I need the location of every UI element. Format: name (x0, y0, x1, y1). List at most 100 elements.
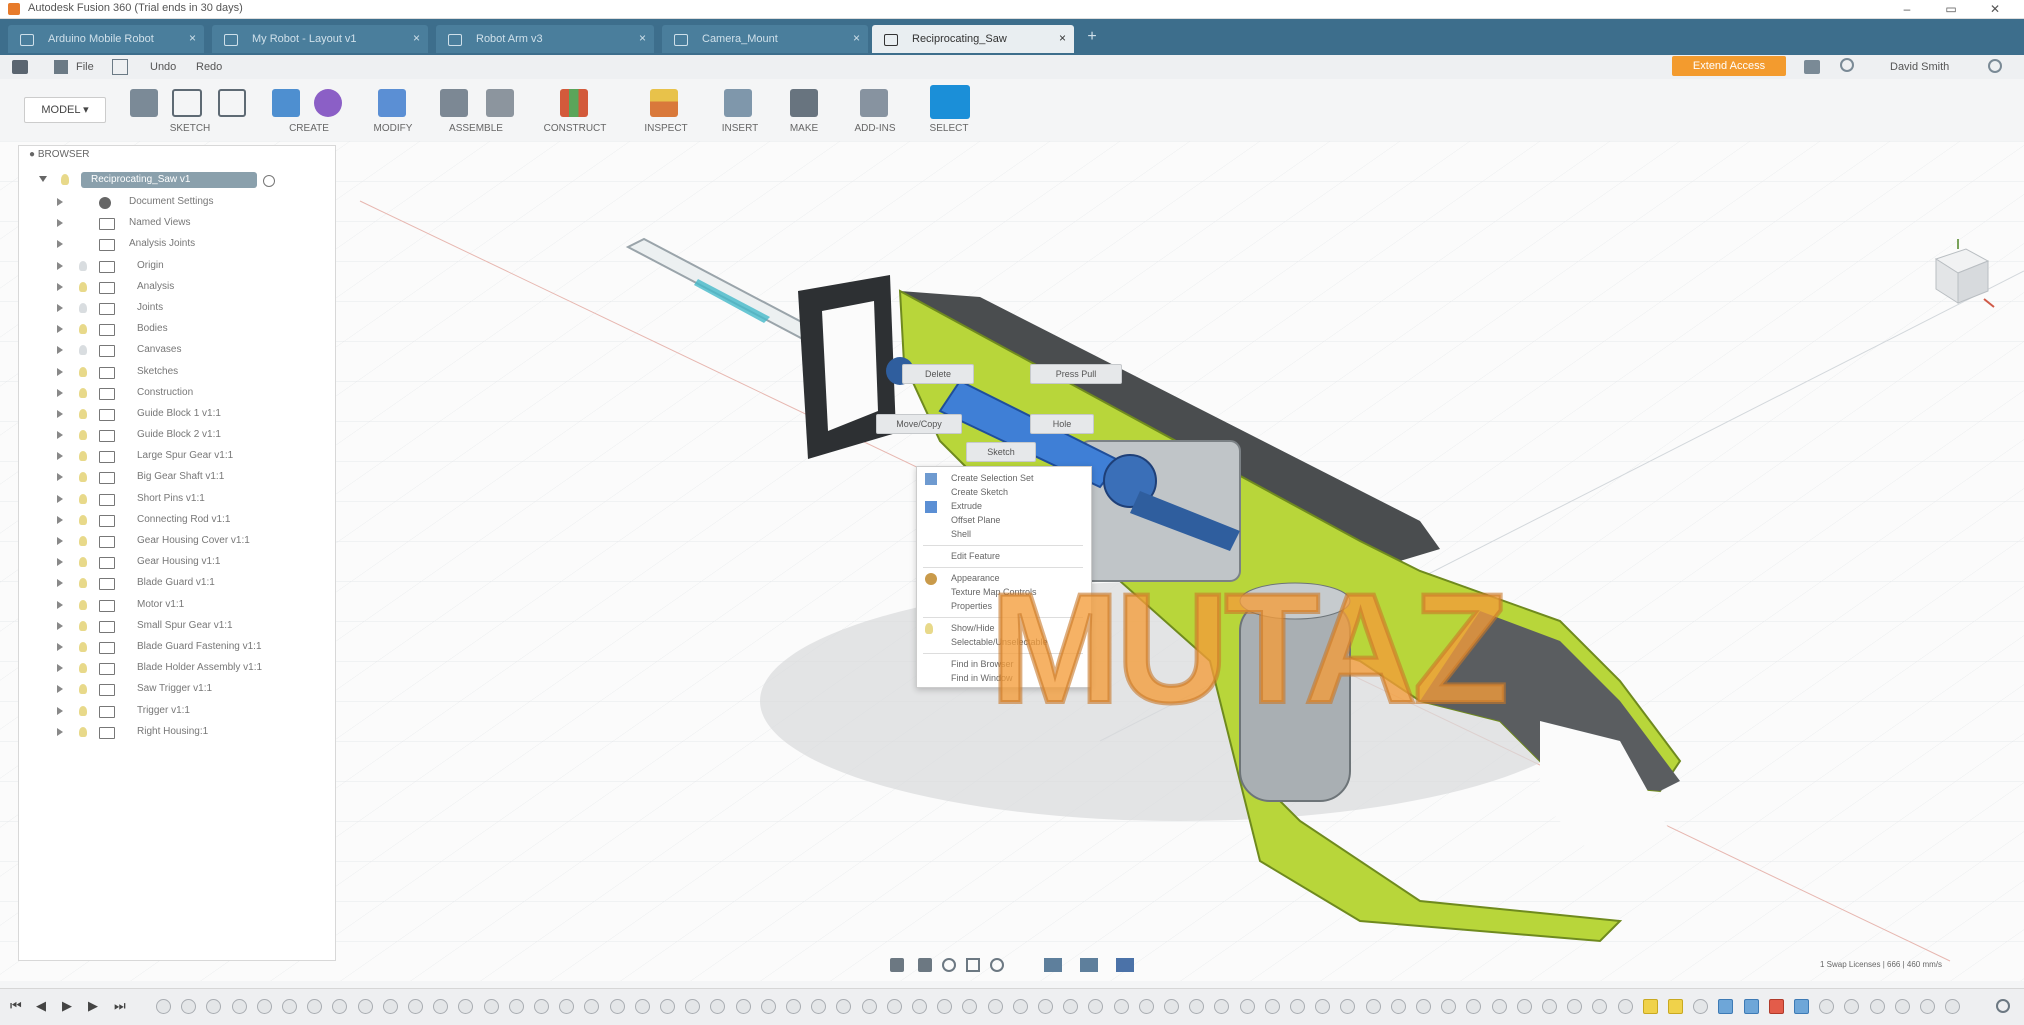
expand-arrow-icon[interactable] (57, 515, 63, 524)
timeline-feature-icon[interactable] (710, 999, 726, 1014)
timeline-feature-icon[interactable] (559, 999, 575, 1014)
browser-root[interactable]: Reciprocating_Saw v1 (19, 170, 335, 192)
viewports-icon[interactable] (1116, 958, 1134, 972)
timeline-feature-icon[interactable] (1038, 999, 1053, 1014)
browser-item-joints[interactable]: Joints (19, 298, 335, 319)
browser-item-bodies[interactable]: Bodies (19, 319, 335, 340)
timeline-feature-icon[interactable] (937, 999, 953, 1014)
timeline-feature-icon[interactable] (1592, 999, 1608, 1014)
tab-document[interactable]: My Robot - Layout v1 × (212, 25, 428, 53)
measure-icon[interactable] (650, 89, 678, 117)
visibility-bulb-icon[interactable] (79, 536, 87, 546)
expand-arrow-icon[interactable] (57, 621, 63, 630)
offset-plane-icon[interactable] (560, 89, 588, 117)
3d-print-icon[interactable] (790, 89, 818, 117)
timeline-feature-icon[interactable] (357, 999, 373, 1014)
save-icon[interactable] (112, 59, 128, 75)
expand-arrow-icon[interactable] (57, 579, 63, 588)
fit-icon[interactable] (990, 958, 1004, 972)
timeline-feature-icon[interactable] (1869, 999, 1885, 1014)
timeline-feature-icon[interactable] (685, 999, 701, 1014)
job-status-icon[interactable] (1804, 60, 1820, 74)
browser-item-component[interactable]: Gear Housing Cover v1:1 (19, 531, 335, 552)
timeline-feature-icon[interactable] (408, 999, 423, 1014)
expand-arrow-icon[interactable] (57, 494, 63, 503)
timeline-feature-icon[interactable] (1315, 999, 1331, 1014)
visibility-bulb-icon[interactable] (79, 366, 87, 377)
timeline-feature-icon[interactable] (1290, 999, 1305, 1014)
timeline-feature-icon[interactable] (1844, 999, 1860, 1014)
timeline-feature-icon[interactable] (1239, 999, 1255, 1014)
timeline-feature-icon[interactable] (1063, 999, 1079, 1014)
view-cube[interactable] (1922, 237, 1998, 313)
timeline-feature-icon[interactable] (1164, 999, 1179, 1014)
expand-arrow-icon[interactable] (57, 431, 63, 440)
menu-item[interactable]: Properties (951, 601, 992, 611)
browser-item-component[interactable]: Small Spur Gear v1:1 (19, 616, 335, 637)
timeline-feature-icon[interactable] (458, 999, 474, 1014)
expand-arrow-icon[interactable] (57, 642, 63, 651)
marking-delete-button[interactable]: Delete (902, 364, 974, 384)
visibility-bulb-icon[interactable] (79, 684, 87, 695)
inspect-group-label[interactable]: INSPECT (630, 123, 702, 134)
visibility-bulb-icon[interactable] (79, 345, 87, 356)
minimize-icon[interactable]: – (1892, 0, 1922, 18)
create-sketch-icon[interactable] (130, 89, 158, 117)
visibility-bulb-icon[interactable] (79, 557, 87, 568)
help-icon[interactable] (1988, 59, 2002, 73)
timeline-feature-icon[interactable] (1743, 999, 1759, 1014)
menu-item[interactable]: Create Selection Set (951, 473, 1034, 483)
expand-arrow-icon[interactable] (57, 558, 63, 567)
expand-arrow-icon[interactable] (57, 346, 63, 355)
timeline-feature-icon[interactable] (1693, 999, 1709, 1014)
timeline-feature-icon[interactable] (1264, 999, 1280, 1014)
browser-item-component[interactable]: Blade Holder Assembly v1:1 (19, 658, 335, 679)
browser-item-component[interactable]: Motor v1:1 (19, 595, 335, 616)
expand-arrow-icon[interactable] (57, 685, 63, 694)
timeline-feature-icon[interactable] (307, 999, 323, 1014)
make-group-label[interactable]: MAKE (776, 123, 832, 134)
timeline-feature-icon[interactable] (1491, 999, 1507, 1014)
activate-radio-icon[interactable] (263, 175, 275, 187)
visibility-bulb-icon[interactable] (79, 302, 87, 313)
expand-arrow-icon[interactable] (57, 388, 63, 397)
browser-item-origin[interactable]: Origin (19, 256, 335, 277)
play-icon[interactable]: ▶ (62, 998, 72, 1014)
visibility-bulb-icon[interactable] (79, 324, 87, 335)
timeline-feature-icon[interactable] (282, 999, 297, 1014)
timeline-feature-icon[interactable] (181, 999, 197, 1014)
extrude-icon[interactable] (272, 89, 300, 117)
file-menu[interactable]: File (76, 59, 94, 75)
view-cube-icon[interactable] (1922, 237, 1998, 313)
expand-arrow-icon[interactable] (57, 325, 63, 334)
menu-item[interactable]: Offset Plane (951, 515, 1000, 525)
expand-arrow-icon[interactable] (57, 473, 63, 482)
visibility-bulb-icon[interactable] (79, 260, 87, 271)
browser-item-sketches[interactable]: Sketches (19, 362, 335, 383)
visibility-bulb-icon[interactable] (79, 451, 87, 462)
line-icon[interactable] (172, 89, 202, 117)
file-icon[interactable] (54, 60, 68, 74)
expand-arrow-icon[interactable] (57, 198, 63, 206)
expand-arrow-icon[interactable] (57, 537, 63, 545)
timeline-feature-icon[interactable] (256, 999, 272, 1014)
orbit-icon[interactable] (890, 958, 904, 972)
tab-document[interactable]: Camera_Mount × (662, 25, 868, 53)
browser-item-named-views[interactable]: Named Views (19, 213, 335, 234)
timeline-feature-icon[interactable] (735, 999, 751, 1014)
visibility-bulb-icon[interactable] (79, 387, 87, 398)
visibility-bulb-icon[interactable] (79, 620, 87, 631)
browser-item-component[interactable]: Gear Housing v1:1 (19, 552, 335, 573)
close-tab-icon[interactable]: × (1059, 31, 1066, 45)
maximize-icon[interactable]: ▭ (1936, 0, 1966, 18)
timeline-feature-icon[interactable] (1567, 999, 1583, 1014)
marking-hole-button[interactable]: Hole (1030, 414, 1094, 434)
browser-item-canvases[interactable]: Canvases (19, 340, 335, 361)
timeline-feature-icon[interactable] (1819, 999, 1835, 1014)
browser-item-component[interactable]: Blade Guard Fastening v1:1 (19, 637, 335, 658)
expand-arrow-icon[interactable] (57, 303, 63, 312)
browser-item-component[interactable]: Blade Guard v1:1 (19, 573, 335, 594)
browser-item-component[interactable]: Right Housing:1 (19, 722, 335, 743)
timeline-feature-icon[interactable] (1113, 999, 1129, 1014)
visibility-bulb-icon[interactable] (79, 493, 87, 504)
